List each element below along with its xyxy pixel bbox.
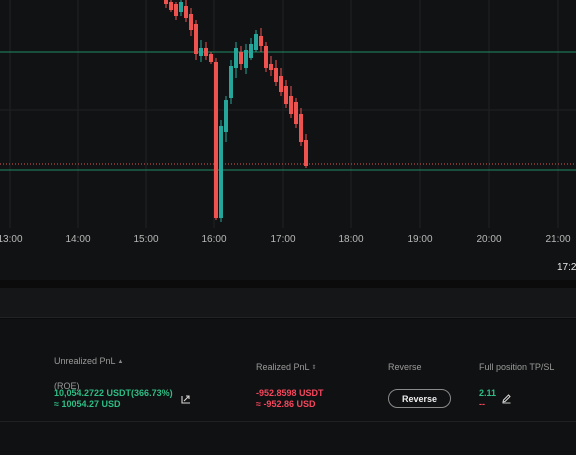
candle-body bbox=[279, 76, 283, 92]
share-icon[interactable] bbox=[180, 393, 192, 405]
time-axis-label: 20:00 bbox=[476, 234, 502, 245]
reverse-button[interactable]: Reverse bbox=[388, 389, 451, 408]
time-axis: 13:00 14:00 15:00 16:00 17:00 18:00 19:00 20:00… bbox=[0, 230, 576, 252]
time-axis-label: 18:00 bbox=[338, 234, 364, 245]
full-position-tpsl-header: Full position TP/SL bbox=[479, 362, 555, 372]
unrealized-pnl-header-label: Unrealized PnL bbox=[54, 356, 116, 366]
candlestick-chart[interactable] bbox=[0, 0, 576, 230]
candle-body bbox=[199, 48, 203, 56]
unrealized-pnl-value: 10,054.2722 USDT(366.73%) bbox=[54, 388, 173, 398]
unrealized-pnl-usd: ≈ 10054.27 USD bbox=[54, 399, 121, 409]
positions-tab-bar bbox=[0, 288, 576, 318]
candle-body bbox=[274, 68, 278, 82]
candle-body bbox=[224, 100, 228, 132]
candle-body bbox=[244, 50, 248, 68]
candle-body bbox=[229, 66, 233, 98]
candle-body bbox=[234, 48, 238, 68]
candle-body bbox=[254, 34, 258, 50]
candle-body bbox=[219, 126, 223, 218]
candle-body bbox=[294, 102, 298, 124]
candle-body bbox=[194, 24, 198, 54]
sort-icon[interactable]: ▲ bbox=[118, 359, 124, 365]
candle-body bbox=[284, 86, 288, 104]
realized-pnl-usd: ≈ -952.86 USD bbox=[256, 399, 316, 409]
crosshair-strip: 17:2 bbox=[0, 252, 576, 280]
time-axis-label: 14:00 bbox=[65, 234, 91, 245]
candle-body bbox=[169, 2, 173, 10]
candle-body bbox=[184, 6, 188, 18]
candle-body bbox=[209, 54, 213, 62]
candle-body bbox=[249, 44, 253, 58]
time-axis-label: 16:00 bbox=[201, 234, 227, 245]
time-axis-label: 21:00 bbox=[545, 234, 571, 245]
candle-body bbox=[164, 0, 168, 4]
stop-loss-value: -- bbox=[479, 399, 485, 409]
candle-body bbox=[239, 52, 243, 64]
candle-body bbox=[189, 14, 193, 30]
unrealized-pnl-header[interactable]: Unrealized PnL ▲ (ROE) bbox=[54, 355, 124, 392]
candle-body bbox=[174, 4, 178, 16]
reverse-header: Reverse bbox=[388, 362, 422, 372]
candle-body bbox=[179, 2, 183, 12]
candle-body bbox=[204, 48, 208, 56]
panel-divider bbox=[0, 421, 576, 422]
take-profit-value: 2.11 bbox=[479, 388, 497, 398]
time-axis-label: 15:00 bbox=[133, 234, 159, 245]
candle-body bbox=[289, 96, 293, 114]
candle-body bbox=[269, 64, 273, 70]
edit-icon[interactable] bbox=[501, 393, 512, 404]
panel-separator bbox=[0, 280, 576, 288]
realized-pnl-value: -952.8598 USDT bbox=[256, 388, 324, 398]
candle-body bbox=[259, 36, 263, 46]
realized-pnl-header-label: Realized PnL bbox=[256, 362, 310, 372]
time-axis-label: 19:00 bbox=[407, 234, 433, 245]
time-axis-label: 17:00 bbox=[270, 234, 296, 245]
crosshair-time-label: 17:2 bbox=[557, 262, 576, 273]
candle-body bbox=[214, 62, 218, 218]
realized-pnl-header[interactable]: Realized PnL ⇕ bbox=[256, 361, 317, 374]
candle-body bbox=[264, 46, 268, 68]
time-axis-label: 13:00 bbox=[0, 234, 23, 245]
sort-icon[interactable]: ⇕ bbox=[312, 365, 317, 371]
candle-body bbox=[304, 140, 308, 166]
candle-body bbox=[299, 114, 303, 142]
price-chart[interactable] bbox=[0, 0, 576, 230]
